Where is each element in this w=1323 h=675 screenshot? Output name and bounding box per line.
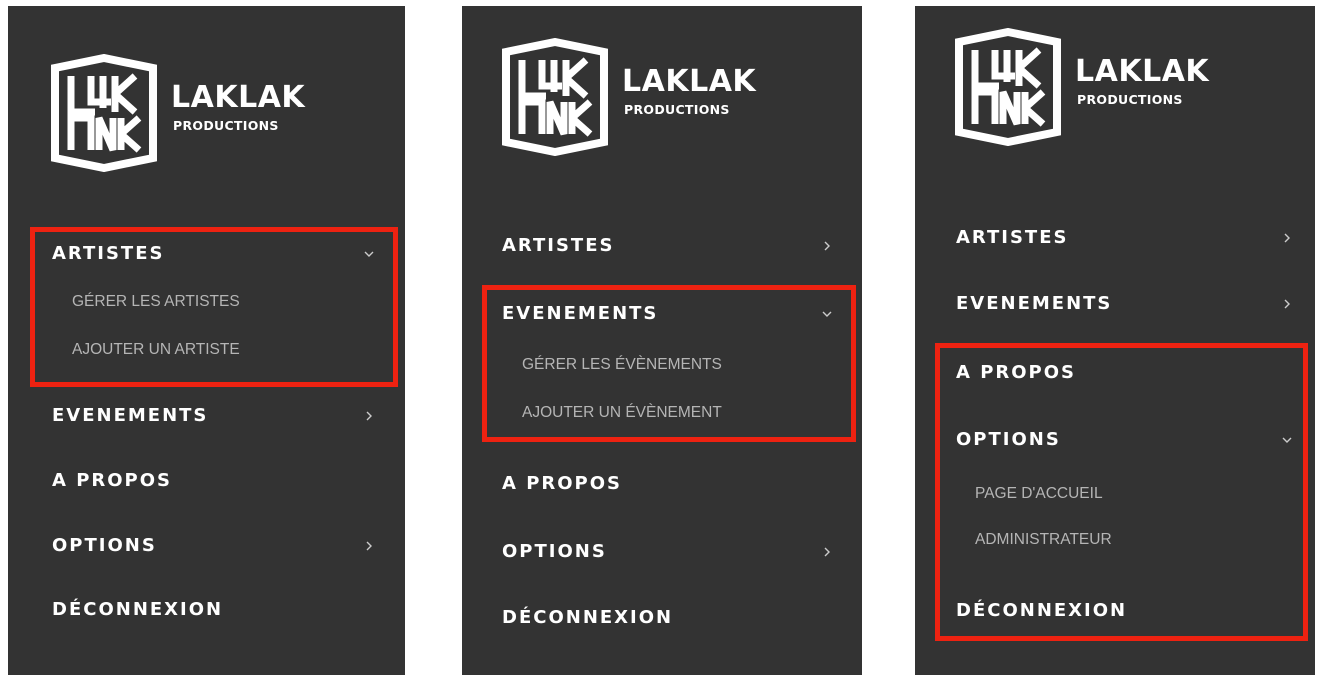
menu-item-label: ARTISTES [502, 235, 615, 256]
brand-logo[interactable]: LAKLAK PRODUCTIONS [955, 28, 1209, 146]
brand-subtitle: PRODUCTIONS [624, 102, 730, 117]
menu-item-label: ARTISTES [956, 227, 1069, 248]
menu-item-label: EVENEMENTS [956, 293, 1113, 314]
menu-item-evenements[interactable]: EVENEMENTS [52, 398, 382, 434]
menu-item-a-propos[interactable]: A PROPOS [52, 463, 382, 499]
menu-item-deconnexion[interactable]: DÉCONNEXION [502, 600, 837, 636]
brand-logo[interactable]: LAKLAK PRODUCTIONS [51, 54, 305, 172]
menu-item-label: DÉCONNEXION [52, 599, 224, 620]
chevron-right-icon [362, 528, 376, 564]
highlight-box [935, 343, 1308, 641]
brand-subtitle: PRODUCTIONS [1077, 92, 1183, 107]
brand-mark-icon [955, 28, 1061, 146]
menu-item-label: OPTIONS [502, 541, 607, 562]
menu-item-label: A PROPOS [52, 470, 173, 491]
highlight-box [482, 285, 856, 442]
sidebar-panel-3: LAKLAK PRODUCTIONS ARTISTES EVENEMENTS A… [915, 6, 1315, 675]
highlight-box [30, 227, 398, 387]
sidebar-panel-1: LAKLAK PRODUCTIONS ARTISTES GÉRER LES AR… [8, 6, 405, 675]
menu-item-evenements[interactable]: EVENEMENTS [956, 286, 1291, 322]
menu-item-label: OPTIONS [52, 535, 157, 556]
chevron-right-icon [820, 228, 834, 264]
brand-subtitle: PRODUCTIONS [173, 118, 279, 133]
brand-name: LAKLAK [622, 64, 757, 99]
chevron-right-icon [362, 398, 376, 434]
brand-name: LAKLAK [171, 80, 306, 115]
chevron-right-icon [1280, 286, 1294, 322]
menu-item-artistes[interactable]: ARTISTES [502, 228, 837, 264]
brand-mark-icon [502, 38, 608, 156]
menu-item-options[interactable]: OPTIONS [52, 528, 382, 564]
menu-item-deconnexion[interactable]: DÉCONNEXION [52, 592, 382, 628]
brand-name: LAKLAK [1075, 54, 1210, 89]
menu-item-label: EVENEMENTS [52, 405, 209, 426]
menu-item-options[interactable]: OPTIONS [502, 534, 837, 570]
brand-mark-icon [51, 54, 157, 172]
sidebar-panel-2: LAKLAK PRODUCTIONS ARTISTES EVENEMENTS G… [462, 6, 862, 675]
menu-item-a-propos[interactable]: A PROPOS [502, 466, 837, 502]
chevron-right-icon [820, 534, 834, 570]
brand-logo[interactable]: LAKLAK PRODUCTIONS [502, 38, 756, 156]
menu-item-label: A PROPOS [502, 473, 623, 494]
chevron-right-icon [1280, 220, 1294, 256]
menu-item-label: DÉCONNEXION [502, 607, 674, 628]
menu-item-artistes[interactable]: ARTISTES [956, 220, 1291, 256]
